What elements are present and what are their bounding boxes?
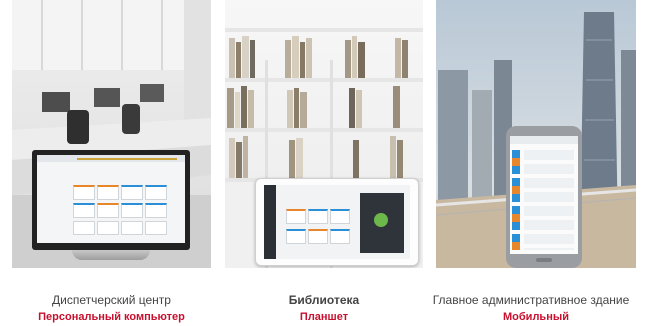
device-caption: Персональный компьютер xyxy=(38,311,185,323)
tablet-device xyxy=(255,178,419,266)
tablet-screen xyxy=(264,185,410,259)
admin-building-photo xyxy=(436,0,636,268)
mobile-phone xyxy=(506,126,582,268)
monitor-screen xyxy=(37,155,185,243)
device-caption: Планшет xyxy=(299,311,349,323)
control-center-photo xyxy=(12,0,211,268)
monitor-stand xyxy=(72,250,150,260)
location-caption: Диспетчерский центр xyxy=(52,293,171,307)
device-caption: Мобильный xyxy=(503,311,569,323)
location-caption: Главное административное здание xyxy=(432,293,630,307)
phone-screen xyxy=(510,136,578,254)
location-caption: Библиотека xyxy=(288,293,360,307)
library-photo xyxy=(225,0,423,268)
desktop-monitor xyxy=(32,150,190,250)
